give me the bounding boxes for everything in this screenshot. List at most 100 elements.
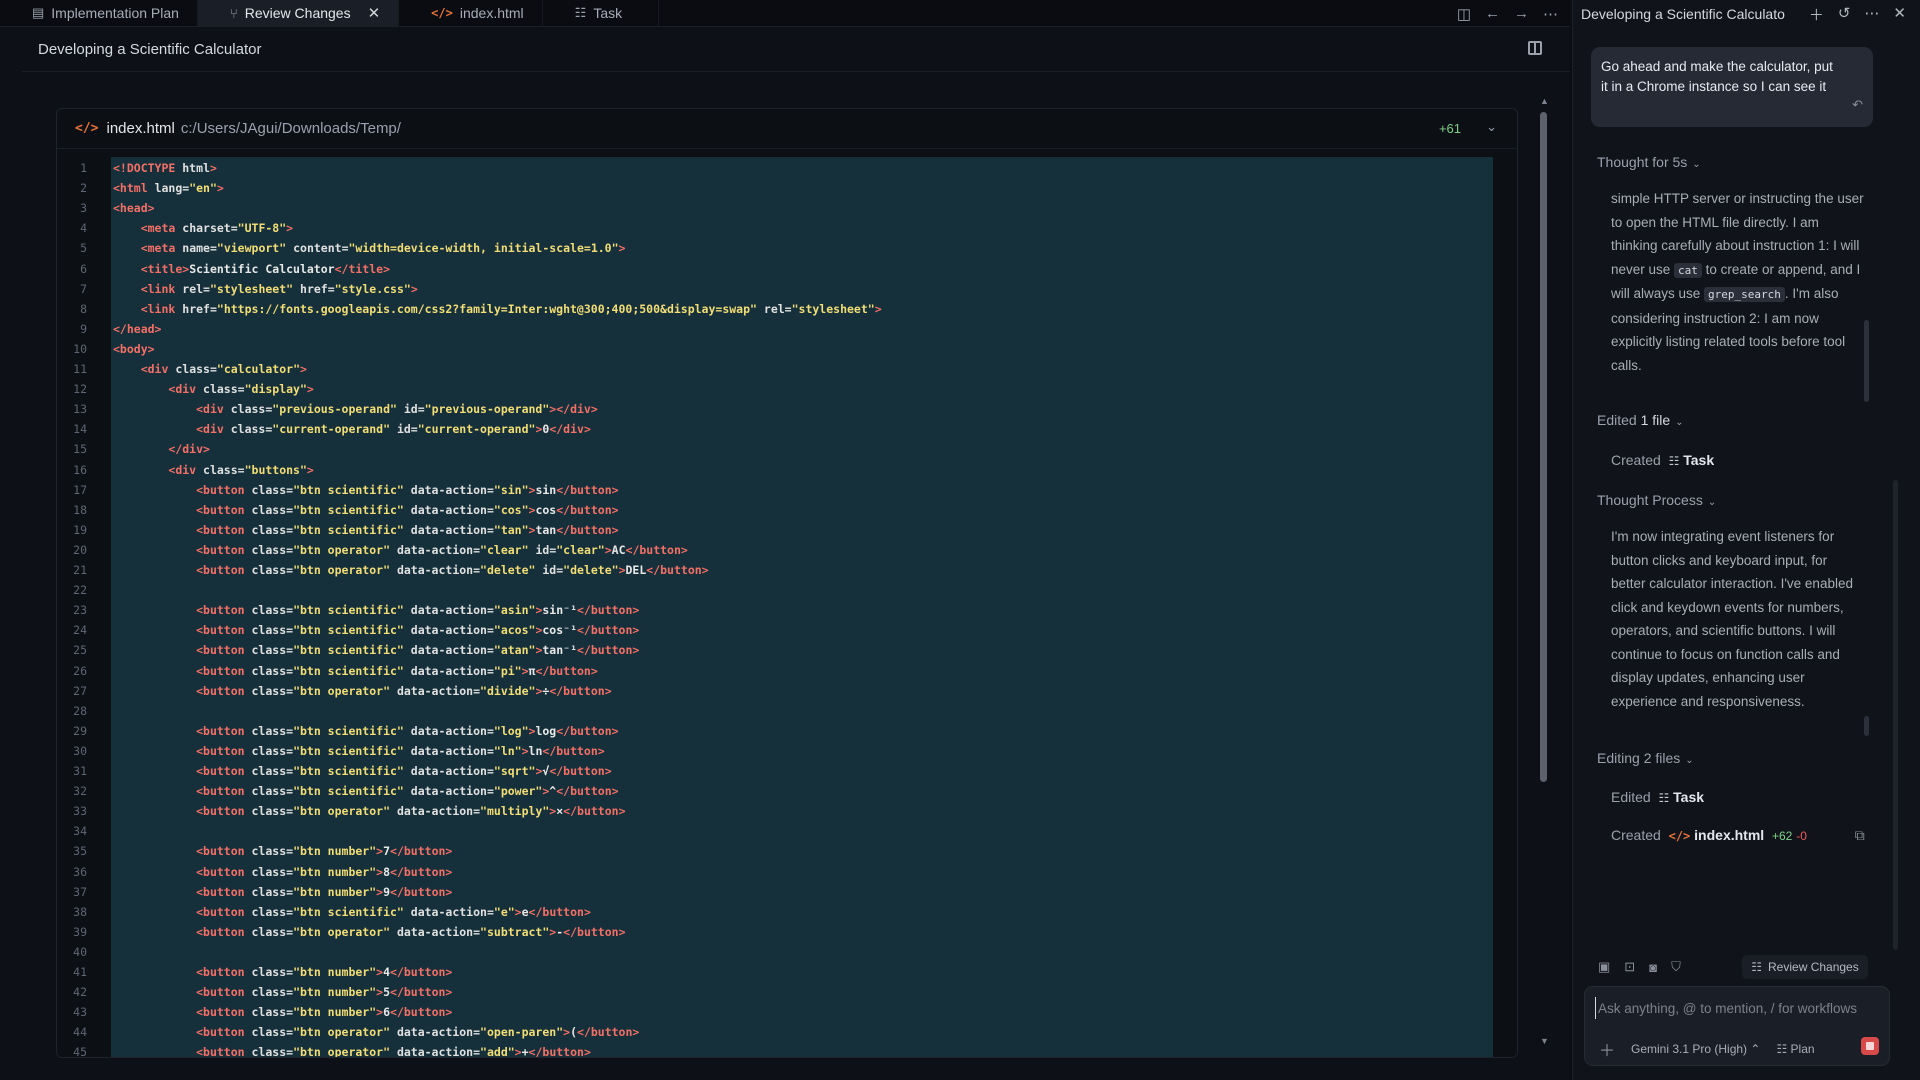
scroll-down-icon[interactable]: ▼ — [1540, 1036, 1549, 1046]
line-number: 26 — [73, 663, 87, 678]
created-task-row[interactable]: Created ☷ Task — [1611, 452, 1714, 468]
line-number: 34 — [73, 824, 87, 839]
line-number: 25 — [73, 643, 87, 658]
code-line: <button class="btn scientific" data-acti… — [196, 904, 591, 919]
line-number: 18 — [73, 502, 87, 517]
copy-icon[interactable]: ⧉ — [1855, 827, 1865, 843]
line-number: 20 — [73, 542, 87, 557]
document-title: Developing a Scientific Calculator — [38, 41, 262, 58]
code-line: <button class="btn scientific" data-acti… — [196, 502, 619, 517]
line-number: 1 — [80, 161, 87, 175]
file-header[interactable]: </> index.html c:/Users/JAgui/Downloads/… — [57, 109, 1517, 149]
code-body[interactable]: <!DOCTYPE html> <html lang="en"> <head> <m… — [111, 157, 1493, 1057]
editing-files-toggle[interactable]: Editing 2 files ⌄ — [1597, 750, 1694, 766]
plus-icon[interactable]: ＋ — [1809, 4, 1824, 25]
chat-input[interactable] — [1595, 997, 1881, 1019]
chevron-down-icon[interactable]: ⌄ — [1486, 119, 1497, 135]
model-selector[interactable]: Gemini 3.1 Pro (High) ⌃ — [1631, 1042, 1760, 1056]
shield-icon[interactable]: ⛉ — [1671, 959, 1681, 975]
code-line: <button class="btn number">6</button> — [196, 1005, 453, 1020]
line-number: 13 — [73, 402, 87, 417]
close-icon[interactable]: ✕ — [1893, 4, 1906, 25]
tab-index-html[interactable]: </> index.html — [399, 0, 543, 26]
line-number: 28 — [73, 703, 87, 718]
lines-added: +62 — [1771, 829, 1793, 843]
thought-process-toggle[interactable]: Thought Process ⌄ — [1597, 492, 1716, 508]
thought-process-scrollbar[interactable] — [1864, 716, 1869, 736]
created-label: Created — [1611, 827, 1661, 843]
line-number: 42 — [73, 985, 87, 1000]
code-line: <link href="https://fonts.googleapis.com… — [140, 301, 882, 316]
code-chip: cat — [1674, 262, 1702, 278]
code-line: <button class="btn scientific" data-acti… — [196, 784, 619, 799]
code-line: <button class="btn scientific" data-acti… — [196, 723, 619, 738]
edited-task-row[interactable]: Edited ☷ Task — [1611, 789, 1704, 805]
code-line: <button class="btn operator" data-action… — [196, 563, 709, 577]
history-icon[interactable]: ↺ — [1838, 4, 1851, 25]
document-icon: ▤ — [32, 5, 45, 20]
more-icon[interactable]: ⋯ — [1543, 5, 1558, 23]
code-line: </div> — [168, 442, 210, 457]
forward-arrow-icon[interactable]: → — [1514, 5, 1529, 22]
mode-selector[interactable]: ☷ Plan — [1776, 1042, 1814, 1056]
created-file-row[interactable]: Created </> index.html +62 -0 ⧉ — [1611, 827, 1865, 844]
edited-toggle[interactable]: Edited 1 file ⌄ — [1597, 412, 1684, 428]
line-number: 43 — [73, 1005, 87, 1020]
tab-task[interactable]: ☷ Task — [543, 0, 659, 26]
browser-icon[interactable]: ◙ — [1649, 960, 1657, 975]
html-file-icon: </> — [1668, 829, 1691, 843]
model-name: Gemini 3.1 Pro (High) — [1631, 1042, 1748, 1056]
line-number: 6 — [80, 261, 87, 276]
back-arrow-icon[interactable]: ← — [1485, 5, 1500, 22]
tab-label: Implementation Plan — [51, 5, 179, 21]
undo-icon[interactable]: ↶ — [1852, 95, 1863, 115]
tab-review-changes[interactable]: ⑂ Review Changes ✕ — [197, 0, 400, 26]
line-number: 31 — [73, 764, 87, 778]
scrollbar-thumb[interactable] — [1540, 112, 1547, 782]
more-icon[interactable]: ⋯ — [1864, 4, 1879, 25]
code-line: <button class="btn operator" data-action… — [196, 1025, 640, 1040]
line-number: 3 — [80, 201, 87, 216]
lines-removed: -0 — [1796, 829, 1807, 843]
file-context-icon[interactable]: ▣ — [1598, 959, 1610, 975]
code-line: <div class="current-operand" id="current… — [196, 422, 591, 437]
thought-label: Thought for 5s — [1597, 154, 1688, 170]
code-line: <button class="btn number">7</button> — [196, 844, 453, 859]
thought-scrollbar[interactable] — [1864, 320, 1869, 402]
chevron-down-icon: ⌄ — [1685, 755, 1694, 766]
line-number: 2 — [80, 181, 87, 196]
html-file-icon: </> — [75, 121, 99, 136]
file-path: c:/Users/JAgui/Downloads/Temp/ — [180, 120, 401, 137]
edited-label: Edited — [1597, 412, 1637, 428]
line-number: 8 — [80, 301, 87, 316]
line-number: 30 — [73, 743, 87, 758]
close-icon[interactable]: ✕ — [368, 4, 381, 22]
toggle-panel-icon[interactable] — [1528, 41, 1542, 55]
editing-label: Editing 2 files — [1597, 750, 1681, 766]
tab-implementation-plan[interactable]: ▤ Implementation Plan — [0, 0, 198, 26]
scroll-up-icon[interactable]: ▲ — [1540, 96, 1549, 106]
code-line: <button class="btn scientific" data-acti… — [196, 663, 598, 678]
review-changes-button[interactable]: ☷ Review Changes — [1742, 955, 1868, 979]
tab-label: Task — [593, 5, 623, 21]
stop-button[interactable] — [1861, 1037, 1879, 1055]
plus-icon[interactable]: ＋ — [1599, 1037, 1615, 1061]
line-number: 22 — [73, 583, 87, 598]
agent-scrollbar[interactable] — [1893, 480, 1898, 950]
agent-header: Developing a Scientific Calculato ＋ ↺ ⋯ … — [1573, 0, 1920, 27]
agent-header-actions: ＋ ↺ ⋯ ✕ — [1809, 4, 1906, 25]
line-number: 17 — [73, 482, 87, 497]
line-number: 16 — [73, 462, 87, 477]
checklist-icon: ☷ — [574, 5, 587, 20]
thought-toggle[interactable]: Thought for 5s ⌄ — [1597, 154, 1701, 170]
lines-added-badge: +61 — [1438, 121, 1461, 136]
split-editor-icon[interactable]: ◫ — [1457, 5, 1471, 23]
editor-scrollbar[interactable]: ▲ ▼ — [1540, 96, 1549, 1056]
line-number: 7 — [80, 281, 87, 296]
checklist-icon: ☷ — [1668, 454, 1680, 468]
review-changes-label: Review Changes — [1768, 960, 1859, 974]
terminal-icon[interactable]: ⊡ — [1624, 959, 1635, 975]
code-chip: grep_search — [1704, 287, 1785, 302]
thought-text: simple HTTP server or instructing the us… — [1611, 187, 1865, 377]
code-view[interactable]: 1 2 3 4 5 6 7 8 9 10 11 12 13 14 15 16 17 18 19 20 21 22 23 24 2… — [57, 157, 1493, 1057]
